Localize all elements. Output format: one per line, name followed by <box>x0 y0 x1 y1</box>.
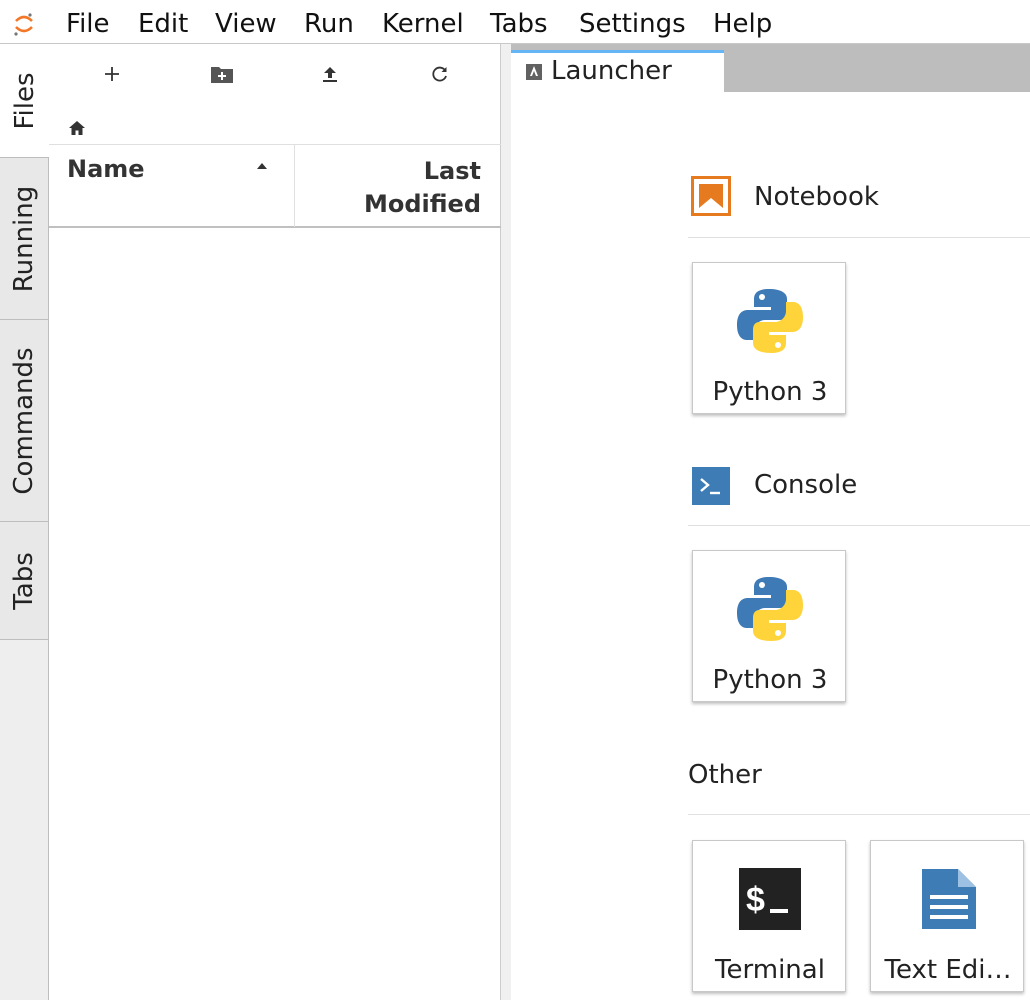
other-section-title: Other <box>688 760 762 790</box>
file-listing-header: Name Last Modified <box>49 144 501 228</box>
notebook-python3-card[interactable]: Python 3 <box>692 262 846 414</box>
console-python3-card[interactable]: Python 3 <box>692 550 846 702</box>
sidebar-tab-commands[interactable]: Commands <box>0 320 48 522</box>
menu-help[interactable]: Help <box>713 8 772 40</box>
main-tab-bar: Launcher <box>511 44 1030 96</box>
sidebar-tab-files[interactable]: Files <box>0 44 50 158</box>
menu-kernel[interactable]: Kernel <box>382 8 464 40</box>
jupyter-logo-icon <box>14 13 33 36</box>
sidebar-tab-running[interactable]: Running <box>0 158 48 320</box>
sidebar-tab-tabs[interactable]: Tabs <box>0 522 48 640</box>
launcher-tab-icon <box>526 64 542 80</box>
last-modified-column-header[interactable]: Last Modified <box>295 145 501 227</box>
menu-settings[interactable]: Settings <box>579 8 686 40</box>
new-folder-icon <box>211 67 233 83</box>
new-folder-button[interactable] <box>206 58 238 90</box>
menu-tabs[interactable]: Tabs <box>490 8 548 40</box>
menu-bar: File Edit View Run Kernel Tabs Settings … <box>0 0 1030 44</box>
refresh-button[interactable] <box>424 58 456 90</box>
console-section-divider <box>688 525 1030 526</box>
name-column-label: Name <box>67 155 145 183</box>
last-modified-column-label: Last Modified <box>363 157 481 218</box>
plus-icon <box>105 67 119 81</box>
sidebar-tab-running-label: Running <box>9 185 39 292</box>
text-editor-card[interactable]: Text Edi… <box>870 840 1024 992</box>
notebook-python3-card-label: Python 3 <box>712 377 828 407</box>
left-sidebar-tabs: Files Running Commands Tabs <box>0 44 50 1000</box>
terminal-icon: $ <box>730 859 810 939</box>
refresh-icon <box>432 66 447 82</box>
svg-text:$: $ <box>746 881 765 919</box>
notebook-icon <box>691 176 731 216</box>
python-logo-icon <box>730 569 810 649</box>
main-dock-area: Launcher Notebook Python 3 Console Pytho… <box>501 44 1030 1000</box>
sidebar-tab-files-label: Files <box>10 71 40 130</box>
python-logo-icon <box>730 281 810 361</box>
notebook-section-title: Notebook <box>754 182 879 212</box>
other-section-divider <box>688 814 1030 815</box>
notebook-section-divider <box>688 237 1030 238</box>
console-section-title: Console <box>754 470 858 500</box>
sidebar-tab-commands-label: Commands <box>9 346 39 495</box>
sort-ascending-icon <box>257 163 267 169</box>
home-icon[interactable] <box>67 118 87 138</box>
text-editor-card-label: Text Edi… <box>884 955 1012 985</box>
upload-button[interactable] <box>314 58 346 90</box>
upload-icon <box>323 67 337 82</box>
menu-view[interactable]: View <box>215 8 277 40</box>
text-editor-icon <box>908 859 988 939</box>
console-icon <box>692 467 730 505</box>
terminal-card-label: Terminal <box>715 955 825 985</box>
terminal-card[interactable]: $ Terminal <box>692 840 846 992</box>
tab-launcher-label: Launcher <box>551 56 672 86</box>
menu-file[interactable]: File <box>66 8 110 40</box>
sidebar-tab-tabs-label: Tabs <box>9 551 39 610</box>
name-column-header[interactable]: Name <box>49 145 295 227</box>
menu-edit[interactable]: Edit <box>138 8 188 40</box>
new-launcher-button[interactable] <box>96 58 128 90</box>
console-python3-card-label: Python 3 <box>712 665 828 695</box>
file-browser: Name Last Modified <box>49 44 501 1000</box>
menu-run[interactable]: Run <box>304 8 354 40</box>
tab-launcher[interactable]: Launcher <box>511 50 724 96</box>
